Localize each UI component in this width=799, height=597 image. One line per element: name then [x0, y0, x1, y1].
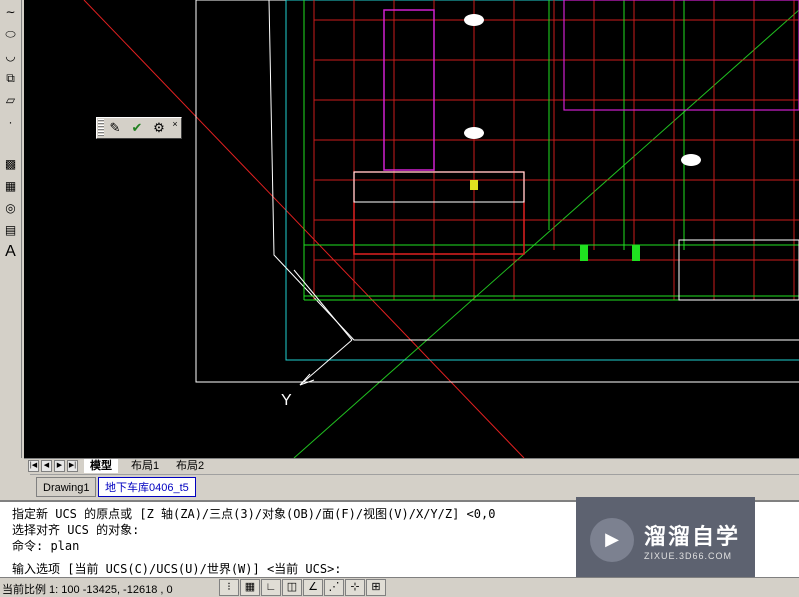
ucs-settings-icon[interactable]: ⚙ [148, 118, 170, 138]
watermark-title: 溜溜自学 [644, 524, 741, 550]
table-icon[interactable]: ▤ [1, 220, 20, 240]
document-tab-bar: Drawing1 地下车库0406_t5 [30, 474, 799, 498]
tab-model[interactable]: 模型 [84, 459, 118, 473]
ellipse-arc-icon[interactable]: ◡ [1, 46, 20, 66]
command-prompt-line[interactable]: 输入选项 [当前 UCS(C)/UCS(U)/世界(W)] <当前 UCS>: [12, 560, 342, 577]
ellipse-icon[interactable]: ⬭ [1, 24, 20, 44]
ucs-y-label: Y [281, 392, 292, 409]
polar-button[interactable]: ∠ [303, 579, 323, 596]
apply-check-icon[interactable]: ✔ [126, 118, 148, 138]
spline-icon[interactable]: ∼ [1, 2, 20, 22]
prev-layout-button[interactable]: ◀ [41, 460, 52, 472]
ortho-button[interactable]: ∟ [261, 579, 281, 596]
ucs-floating-toolbar[interactable]: ✎ ✔ ⚙ × [96, 117, 182, 139]
multiline-text-icon[interactable]: A [1, 242, 20, 262]
next-layout-button[interactable]: ▶ [54, 460, 65, 472]
insert-block-icon[interactable]: ⧉ [1, 68, 20, 88]
hatch-icon[interactable]: ▩ [1, 154, 20, 174]
doc-tab-drawing1[interactable]: Drawing1 [36, 477, 97, 497]
snap-button[interactable]: ◫ [282, 579, 302, 596]
layout-tab-bar: |◀ ◀ ▶ ▶| 模型 布局1 布局2 [24, 458, 799, 473]
gradient-icon[interactable]: ▦ [1, 176, 20, 196]
infer-constraints-button[interactable]: ⁝ [219, 579, 239, 596]
tab-layout1[interactable]: 布局1 [125, 459, 165, 473]
dynamic-ucs-button[interactable]: ⊞ [366, 579, 386, 596]
point-icon[interactable]: · [1, 112, 20, 132]
status-bar: 当前比例 1: 100 -13425, -12618 , 0 ⁝ ▦ ∟ ◫ ∠… [0, 577, 799, 597]
drawing-canvas[interactable]: Y [24, 0, 799, 458]
osnap-button[interactable]: ⋰ [324, 579, 344, 596]
command-history-line: 选择对齐 UCS 的对象: [12, 523, 140, 537]
otrack-button[interactable]: ⊹ [345, 579, 365, 596]
watermark-logo: ▶ 溜溜自学 ZIXUE.3D66.COM [576, 497, 755, 582]
draw-toolbar: ∼ ⬭ ◡ ⧉ ▱ · ▩ ▦ ◎ ▤ A [0, 0, 22, 458]
close-icon[interactable]: × [170, 119, 180, 129]
grid-button[interactable]: ▦ [240, 579, 260, 596]
tab-layout2[interactable]: 布局2 [170, 459, 210, 473]
last-layout-button[interactable]: ▶| [67, 460, 78, 472]
region-icon[interactable]: ◎ [1, 198, 20, 218]
play-logo-icon: ▶ [590, 517, 634, 562]
command-history-line: 指定新 UCS 的原点或 [Z 轴(ZA)/三点(3)/对象(OB)/面(F)/… [12, 507, 496, 521]
watermark-subtitle: ZIXUE.3D66.COM [644, 550, 733, 561]
first-layout-button[interactable]: |◀ [28, 460, 39, 472]
make-block-icon[interactable]: ▱ [1, 90, 20, 110]
command-history-line: 命令: plan [12, 539, 80, 553]
ucs-edit-icon[interactable]: ✎ [104, 118, 126, 138]
doc-tab-garage[interactable]: 地下车库0406_t5 [98, 477, 196, 497]
floor-plan-drawing [83, 0, 799, 458]
coordinate-readout: 当前比例 1: 100 -13425, -12618 , 0 [2, 584, 173, 596]
